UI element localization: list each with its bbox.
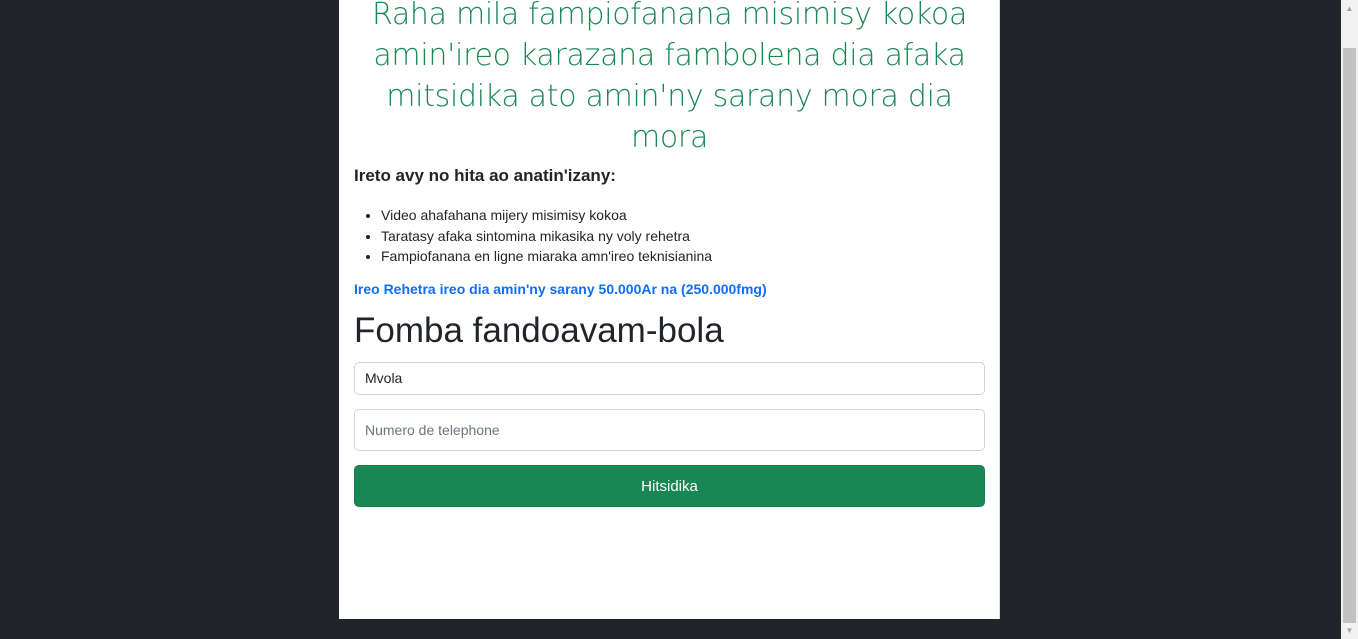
list-item: Video ahafahana mijery misimisy kokoa <box>381 205 712 226</box>
content-card: Raha mila fampiofanana misimisy kokoa am… <box>339 0 1000 619</box>
payment-section-title: Fomba fandoavam-bola <box>354 311 724 350</box>
page: Raha mila fampiofanana misimisy kokoa am… <box>0 0 1358 639</box>
feature-list: Video ahafahana mijery misimisy kokoa Ta… <box>354 205 712 267</box>
phone-number-input[interactable] <box>354 409 985 451</box>
scroll-down-icon[interactable]: ▼ <box>1341 622 1358 639</box>
scroll-up-icon[interactable]: ▲ <box>1341 0 1358 17</box>
price-link[interactable]: Ireo Rehetra ireo dia amin'ny sarany 50.… <box>354 281 767 297</box>
scrollbar-thumb[interactable] <box>1343 48 1356 623</box>
list-item: Fampiofanana en ligne miaraka amn'ireo t… <box>381 246 712 267</box>
payment-method-select[interactable]: Mvola <box>354 362 985 395</box>
features-heading: Ireto avy no hita ao anatin'izany: <box>354 166 616 185</box>
vertical-scrollbar[interactable]: ▲ ▼ <box>1341 0 1358 639</box>
list-item: Taratasy afaka sintomina mikasika ny vol… <box>381 226 712 247</box>
submit-button[interactable]: Hitsidika <box>354 465 985 507</box>
hero-title: Raha mila fampiofanana misimisy kokoa am… <box>371 0 968 155</box>
